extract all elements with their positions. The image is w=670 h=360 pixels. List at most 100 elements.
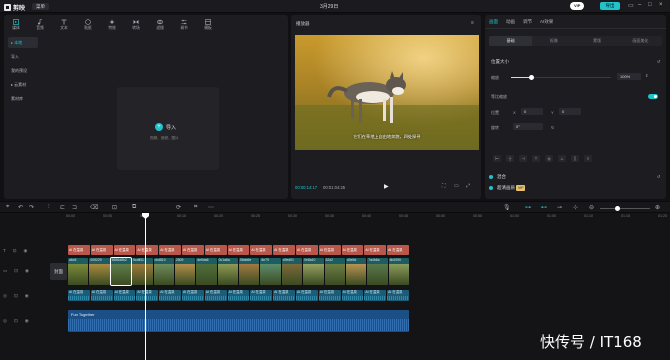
mute-icon[interactable]: ◉ (25, 293, 29, 299)
undo-icon[interactable]: ↶ (18, 204, 23, 211)
uniform-scale-toggle[interactable] (648, 94, 658, 99)
split-right-icon[interactable]: ⊐ (72, 204, 77, 211)
voiceover-clip[interactable]: AI 在温泉 (113, 290, 136, 301)
subtitle-clip[interactable]: AI 在温泉 (341, 245, 364, 255)
zoom-slider-thumb[interactable] (615, 206, 620, 211)
player-menu-icon[interactable]: ≡ (471, 20, 474, 26)
voiceover-clip[interactable]: AI 在温泉 (295, 290, 318, 301)
video-clip[interactable]: 5656d8b2 (109, 257, 133, 286)
video-preview[interactable]: 它们在草地上自由地奔跑，四处探寻 (295, 35, 479, 150)
align-bottom-icon[interactable]: ⊥ (558, 155, 566, 162)
redo-icon[interactable]: ↷ (29, 204, 34, 211)
export-button[interactable]: 导出 (600, 2, 620, 10)
play-icon[interactable]: ▶ (384, 183, 389, 190)
lock-icon[interactable]: ⊡ (13, 248, 17, 254)
subtitle-clip[interactable]: AI 在温泉 (273, 245, 295, 255)
subtab-basic[interactable]: 基础 (489, 36, 533, 46)
subtitle-clip[interactable]: AI 在温泉 (159, 245, 181, 255)
voiceover-clip[interactable]: AI 在温泉 (341, 290, 364, 301)
voiceover-clip[interactable]: AI 在温泉 (204, 290, 227, 301)
reset-blend-icon[interactable]: ↺ (657, 174, 660, 179)
stepper-icon[interactable]: ⇕ (645, 73, 648, 78)
vip-badge[interactable]: VIP (570, 2, 585, 10)
visibility-icon[interactable]: ◉ (25, 268, 29, 274)
scale-input[interactable]: 100% (617, 73, 641, 80)
split-left-icon[interactable]: ⊏ (60, 204, 65, 211)
subtab-cutout[interactable]: 抠像 (532, 36, 575, 46)
video-clip[interactable]: 8e79 (260, 258, 281, 285)
playhead[interactable] (145, 213, 146, 360)
menu-button[interactable]: 菜单 (32, 3, 49, 10)
align-middle-icon[interactable]: ╪ (545, 155, 553, 162)
subtitle-clip[interactable]: AI 在温泉 (227, 245, 250, 255)
rotate-icon[interactable]: ↻ (551, 125, 554, 130)
tab-effects[interactable]: 特效 (100, 15, 124, 35)
close-icon[interactable]: × (659, 2, 663, 8)
mic-icon[interactable]: 🎙 (503, 204, 511, 211)
mute-icon[interactable]: ◉ (25, 318, 29, 324)
voiceover-clip[interactable]: AI 在温泉 (227, 290, 250, 301)
sidebar-item-import[interactable]: 导入 (8, 51, 38, 62)
subtitle-clip[interactable]: AI 在温泉 (295, 245, 318, 255)
delete-icon[interactable]: ⌫ (90, 204, 98, 211)
subtitle-clip[interactable]: AI 在温泉 (136, 245, 159, 255)
position-y-input[interactable]: 0 (559, 108, 581, 115)
music-clip[interactable]: Fun Together (68, 310, 409, 332)
subtitle-clip[interactable]: AI 在温泉 (68, 245, 90, 255)
rotate-input[interactable]: 0° (513, 123, 543, 130)
visibility-icon[interactable]: ◉ (24, 248, 28, 254)
voiceover-clip[interactable]: AI 在温泉 (387, 290, 409, 301)
scale-slider-thumb[interactable] (529, 75, 534, 80)
timeline-ruler[interactable]: 00:0000:0500:1000:1500:2000:2500:3000:35… (66, 213, 670, 221)
tab-media[interactable]: 媒体 (4, 15, 28, 35)
voiceover-clip[interactable]: AI 在温泉 (68, 290, 90, 301)
maximize-icon[interactable]: □ (648, 2, 652, 8)
position-x-input[interactable]: 0 (521, 108, 543, 115)
voiceover-clip[interactable]: AI 在温泉 (318, 290, 341, 301)
subtitle-clip[interactable]: AI 在温泉 (250, 245, 273, 255)
video-clip[interactable]: 0e8a10 (303, 258, 324, 285)
import-dropzone[interactable]: + 导入 视频、音频、图片 (117, 87, 219, 170)
subtitle-clip[interactable]: AI 在温泉 (90, 245, 113, 255)
ratio-icon[interactable]: ▭ (454, 183, 459, 189)
voiceover-clip[interactable]: AI 在温泉 (181, 290, 204, 301)
tab-picture[interactable]: 画面 (489, 19, 498, 25)
video-clip[interactable]: c9ed01 (281, 258, 303, 285)
split-icon[interactable]: ⫶ (48, 204, 50, 211)
reset-icon[interactable]: ↺ (657, 59, 660, 64)
import-button[interactable]: + 导入 (155, 123, 176, 131)
minimize-icon[interactable]: – (638, 2, 641, 8)
video-clip[interactable]: 7a4b6a (367, 258, 388, 285)
zoom-out-icon[interactable]: ⊖ (589, 204, 594, 211)
video-clip[interactable]: d0e5d (345, 258, 367, 285)
voiceover-clip[interactable]: AI 在温泉 (250, 290, 273, 301)
fullscreen-icon[interactable]: ⤢ (466, 183, 470, 189)
subtitle-clip[interactable]: AI 在温泉 (318, 245, 341, 255)
preview-axis-icon[interactable]: ⊹ (573, 204, 578, 211)
subtitle-clip[interactable]: AI 在温泉 (181, 245, 204, 255)
video-clip[interactable]: 2809 (174, 258, 196, 285)
cover-button[interactable]: 封面 (50, 263, 67, 280)
subtab-beautify[interactable]: 画面美化 (619, 36, 662, 46)
subtab-mask[interactable]: 蒙版 (576, 36, 619, 46)
crop-clip-icon[interactable]: ⌗ (194, 204, 197, 211)
subtitle-clip[interactable]: AI 在温泉 (364, 245, 387, 255)
distribute-v-icon[interactable]: ≡ (584, 155, 592, 162)
voiceover-clip[interactable]: AI 在温泉 (136, 290, 159, 301)
video-clip[interactable]: 009229 (89, 258, 110, 285)
align-center-icon[interactable]: ┼ (506, 155, 514, 162)
tab-animation[interactable]: 动画 (506, 19, 515, 25)
sidebar-item-cloud[interactable]: ▸ 云素材 (8, 79, 38, 90)
zoom-fit-icon[interactable]: ⊕ (655, 204, 660, 211)
lock-icon[interactable]: ⊡ (14, 268, 18, 274)
distribute-h-icon[interactable]: ⫿ (571, 155, 579, 162)
lock-icon[interactable]: ⊡ (14, 293, 18, 299)
select-tool-icon[interactable]: ⌖ (6, 204, 9, 211)
sidebar-item-local[interactable]: ▸ 本地 (8, 37, 38, 48)
crop-icon[interactable]: ⛶ (442, 183, 446, 189)
subtitle-clip[interactable]: AI 在温泉 (387, 245, 409, 255)
sidebar-item-library[interactable]: 素材库 (8, 93, 38, 104)
freeze-icon[interactable]: ⊡ (112, 204, 117, 211)
mirror-icon[interactable]: ⧉ (132, 204, 136, 211)
video-clip[interactable]: de6da6 (196, 258, 217, 285)
